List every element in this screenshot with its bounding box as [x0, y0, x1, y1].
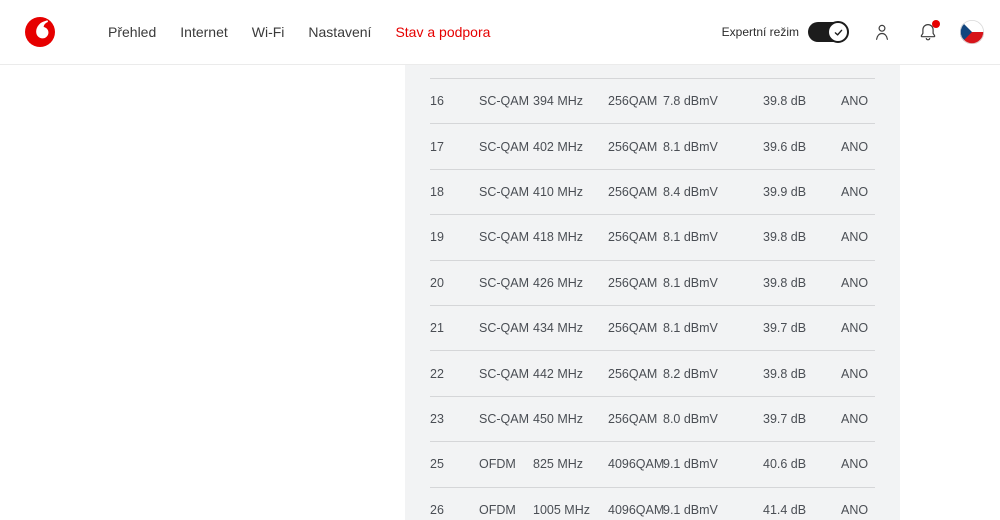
- cell-modulation: 256QAM: [608, 140, 663, 154]
- cell-channel: 20: [430, 276, 479, 290]
- cell-snr: 39.8 dB: [763, 276, 841, 290]
- channel-table-panel: 16 SC-QAM 394 MHz 256QAM 7.8 dBmV 39.8 d…: [405, 65, 900, 520]
- toggle-check-icon: [827, 21, 849, 43]
- cell-type: SC-QAM: [479, 94, 533, 108]
- cell-power: 8.0 dBmV: [663, 412, 763, 426]
- cell-type: SC-QAM: [479, 185, 533, 199]
- cell-snr: 40.6 dB: [763, 457, 841, 471]
- cell-type: SC-QAM: [479, 367, 533, 381]
- cell-power: 8.1 dBmV: [663, 230, 763, 244]
- cell-locked: ANO: [841, 503, 875, 517]
- cell-modulation: 4096QAM: [608, 457, 663, 471]
- notification-badge: [932, 20, 940, 28]
- cell-locked: ANO: [841, 276, 875, 290]
- cell-snr: 39.6 dB: [763, 140, 841, 154]
- cell-channel: 19: [430, 230, 479, 244]
- cell-snr: 39.7 dB: [763, 412, 841, 426]
- main-nav: Přehled Internet Wi-Fi Nastavení Stav a …: [108, 24, 490, 40]
- cell-channel: 25: [430, 457, 479, 471]
- nav-item-stav-a-podpora[interactable]: Stav a podpora: [395, 24, 490, 40]
- cell-channel: 22: [430, 367, 479, 381]
- cell-locked: ANO: [841, 321, 875, 335]
- table-row: 17 SC-QAM 402 MHz 256QAM 8.1 dBmV 39.6 d…: [430, 123, 875, 168]
- table-row: 21 SC-QAM 434 MHz 256QAM 8.1 dBmV 39.7 d…: [430, 305, 875, 350]
- table-row: 22 SC-QAM 442 MHz 256QAM 8.2 dBmV 39.8 d…: [430, 350, 875, 395]
- cell-frequency: 825 MHz: [533, 457, 608, 471]
- channel-table-body: 16 SC-QAM 394 MHz 256QAM 7.8 dBmV 39.8 d…: [430, 78, 875, 520]
- expert-mode-toggle[interactable]: [808, 22, 848, 42]
- cell-snr: 39.7 dB: [763, 321, 841, 335]
- cell-power: 8.1 dBmV: [663, 140, 763, 154]
- account-icon[interactable]: [875, 24, 889, 40]
- cell-channel: 18: [430, 185, 479, 199]
- cell-locked: ANO: [841, 185, 875, 199]
- cell-channel: 17: [430, 140, 479, 154]
- cell-modulation: 256QAM: [608, 412, 663, 426]
- table-row: 18 SC-QAM 410 MHz 256QAM 8.4 dBmV 39.9 d…: [430, 169, 875, 214]
- nav-item-nastaveni[interactable]: Nastavení: [308, 24, 371, 40]
- cell-snr: 39.8 dB: [763, 367, 841, 381]
- cell-power: 9.1 dBmV: [663, 457, 763, 471]
- cell-channel: 21: [430, 321, 479, 335]
- cell-frequency: 450 MHz: [533, 412, 608, 426]
- table-row: 26 OFDM 1005 MHz 4096QAM 9.1 dBmV 41.4 d…: [430, 487, 875, 520]
- cell-power: 9.1 dBmV: [663, 503, 763, 517]
- cell-modulation: 4096QAM: [608, 503, 663, 517]
- cell-type: OFDM: [479, 457, 533, 471]
- notifications-bell-icon[interactable]: [920, 23, 936, 41]
- cell-snr: 41.4 dB: [763, 503, 841, 517]
- cell-snr: 39.8 dB: [763, 94, 841, 108]
- cell-type: SC-QAM: [479, 321, 533, 335]
- cell-channel: 16: [430, 94, 479, 108]
- cell-power: 7.8 dBmV: [663, 94, 763, 108]
- main-content: 16 SC-QAM 394 MHz 256QAM 7.8 dBmV 39.8 d…: [0, 65, 1000, 520]
- cell-locked: ANO: [841, 94, 875, 108]
- cell-channel: 23: [430, 412, 479, 426]
- cell-type: OFDM: [479, 503, 533, 517]
- nav-item-wifi[interactable]: Wi-Fi: [252, 24, 285, 40]
- cell-power: 8.2 dBmV: [663, 367, 763, 381]
- cell-snr: 39.8 dB: [763, 230, 841, 244]
- cell-power: 8.4 dBmV: [663, 185, 763, 199]
- cell-frequency: 418 MHz: [533, 230, 608, 244]
- cell-power: 8.1 dBmV: [663, 321, 763, 335]
- nav-item-internet[interactable]: Internet: [180, 24, 227, 40]
- cell-frequency: 402 MHz: [533, 140, 608, 154]
- cell-power: 8.1 dBmV: [663, 276, 763, 290]
- cell-frequency: 434 MHz: [533, 321, 608, 335]
- table-row: 16 SC-QAM 394 MHz 256QAM 7.8 dBmV 39.8 d…: [430, 78, 875, 123]
- table-row: 19 SC-QAM 418 MHz 256QAM 8.1 dBmV 39.8 d…: [430, 214, 875, 259]
- cell-locked: ANO: [841, 457, 875, 471]
- cell-modulation: 256QAM: [608, 230, 663, 244]
- expert-mode-label: Expertní režim: [722, 25, 799, 39]
- cell-modulation: 256QAM: [608, 321, 663, 335]
- cell-locked: ANO: [841, 140, 875, 154]
- vodafone-logo[interactable]: [25, 17, 55, 47]
- czech-flag-icon[interactable]: [960, 20, 984, 44]
- cell-frequency: 394 MHz: [533, 94, 608, 108]
- header: Přehled Internet Wi-Fi Nastavení Stav a …: [0, 0, 1000, 65]
- cell-frequency: 410 MHz: [533, 185, 608, 199]
- cell-type: SC-QAM: [479, 276, 533, 290]
- cell-modulation: 256QAM: [608, 276, 663, 290]
- table-row: 20 SC-QAM 426 MHz 256QAM 8.1 dBmV 39.8 d…: [430, 260, 875, 305]
- cell-type: SC-QAM: [479, 412, 533, 426]
- cell-modulation: 256QAM: [608, 367, 663, 381]
- cell-type: SC-QAM: [479, 140, 533, 154]
- cell-snr: 39.9 dB: [763, 185, 841, 199]
- cell-frequency: 1005 MHz: [533, 503, 608, 517]
- cell-frequency: 442 MHz: [533, 367, 608, 381]
- cell-modulation: 256QAM: [608, 185, 663, 199]
- cell-type: SC-QAM: [479, 230, 533, 244]
- cell-frequency: 426 MHz: [533, 276, 608, 290]
- table-row: 25 OFDM 825 MHz 4096QAM 9.1 dBmV 40.6 dB…: [430, 441, 875, 486]
- nav-item-prehled[interactable]: Přehled: [108, 24, 156, 40]
- cell-locked: ANO: [841, 412, 875, 426]
- cell-locked: ANO: [841, 230, 875, 244]
- cell-modulation: 256QAM: [608, 94, 663, 108]
- table-row: 23 SC-QAM 450 MHz 256QAM 8.0 dBmV 39.7 d…: [430, 396, 875, 441]
- header-actions: Expertní režim: [722, 20, 984, 44]
- cell-locked: ANO: [841, 367, 875, 381]
- cell-channel: 26: [430, 503, 479, 517]
